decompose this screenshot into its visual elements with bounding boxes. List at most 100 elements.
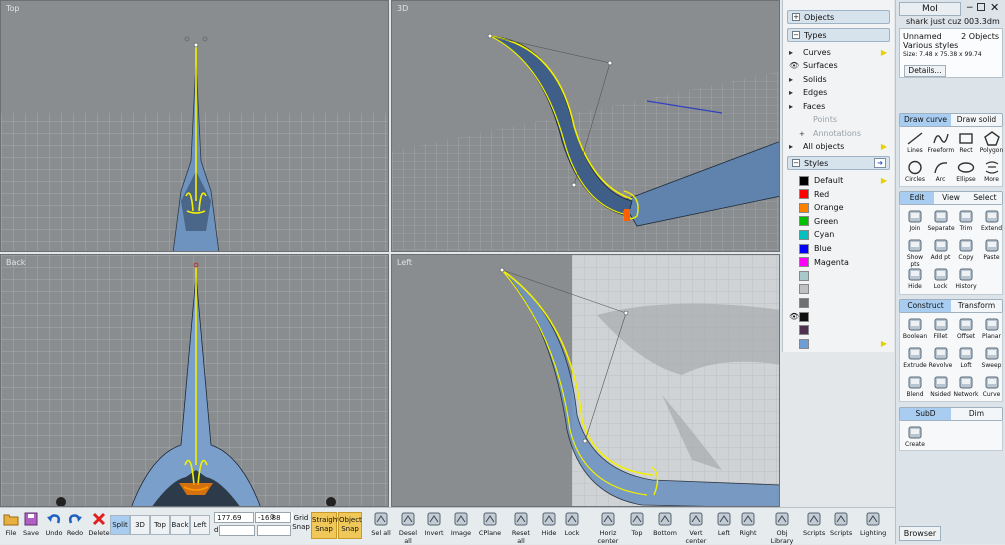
style-row-default[interactable]: Default ▶	[789, 174, 889, 187]
object-name[interactable]: Unnamed	[903, 32, 942, 41]
style-row[interactable]	[789, 269, 889, 282]
tool-history[interactable]: History	[953, 266, 979, 292]
moi-logo-button[interactable]: MoI	[899, 2, 961, 16]
toolbar-reset-all-button[interactable]: Reset all	[508, 511, 534, 545]
tool-trim[interactable]: Trim	[953, 208, 979, 234]
type-row-edges[interactable]: ▸ Edges	[789, 86, 889, 99]
tool-planar[interactable]: Planar	[979, 316, 1005, 342]
color-swatch[interactable]	[799, 257, 809, 268]
tab-edit[interactable]: Edit	[900, 192, 934, 204]
type-row-curves[interactable]: ▸ Curves ▶	[789, 46, 889, 59]
toolbar-cplane-button[interactable]: CPlane	[478, 511, 502, 537]
tool-lock[interactable]: Lock	[928, 266, 954, 292]
tool-add-pt[interactable]: Add pt	[928, 237, 954, 263]
style-row-magenta[interactable]: Magenta	[789, 256, 889, 269]
color-swatch[interactable]	[799, 297, 809, 308]
tool-create[interactable]: Create	[902, 424, 928, 450]
tool-copy[interactable]: Copy	[953, 237, 979, 263]
style-info[interactable]: Various styles	[903, 41, 999, 50]
tool-more[interactable]: More	[979, 159, 1005, 185]
toolbar-invert-button[interactable]: Invert	[423, 511, 445, 537]
arrow-icon[interactable]: ▶	[881, 142, 887, 151]
tool-offset[interactable]: Offset	[953, 316, 979, 342]
style-row[interactable]: ▶	[789, 337, 889, 350]
grid-snap-toggle[interactable]: Grid Snap	[292, 514, 310, 532]
viewport-label-3d[interactable]: 3D	[397, 4, 408, 13]
arrow-right-icon[interactable]: ➜	[874, 158, 886, 168]
toolbar-lighting-button[interactable]: Lighting	[860, 511, 886, 537]
toolbar-lock-button[interactable]: Lock	[563, 511, 581, 537]
straight-snap-toggle[interactable]: Straight Snap	[311, 512, 340, 539]
tool-circles[interactable]: Circles	[902, 159, 928, 185]
objects-header[interactable]: + Objects	[787, 10, 890, 24]
tool-network[interactable]: Network	[953, 374, 979, 400]
arrow-icon[interactable]: ▶	[881, 176, 887, 185]
style-row[interactable]	[789, 283, 889, 296]
tool-join[interactable]: Join	[902, 208, 928, 234]
tool-hide[interactable]: Hide	[902, 266, 928, 292]
tool-polygon[interactable]: Polygon	[979, 130, 1005, 156]
undo-button[interactable]: Undo	[45, 511, 63, 537]
tab-draw-curve[interactable]: Draw curve	[900, 114, 951, 126]
tool-separate[interactable]: Separate	[928, 208, 955, 234]
visibility-toggle[interactable]: ▸	[789, 75, 803, 84]
arrow-icon[interactable]: ▶	[881, 48, 887, 57]
style-row-red[interactable]: Red	[789, 188, 889, 201]
tool-blend[interactable]: Blend	[902, 374, 928, 400]
visibility-toggle[interactable]: ▸	[789, 48, 803, 57]
tool-rect[interactable]: Rect	[953, 130, 979, 156]
tool-arc[interactable]: Arc	[928, 159, 954, 185]
maximize-icon[interactable]	[977, 3, 985, 11]
close-icon[interactable]: ✕	[990, 1, 999, 14]
color-swatch[interactable]	[799, 175, 809, 186]
minimize-icon[interactable]: −	[966, 3, 974, 13]
tab-construct[interactable]: Construct	[900, 300, 951, 312]
toolbar-bottom-button[interactable]: Bottom	[653, 511, 677, 537]
browser-button[interactable]: Browser	[899, 526, 941, 541]
tool-curve[interactable]: Curve	[979, 374, 1005, 400]
tool-fillet[interactable]: Fillet	[928, 316, 954, 342]
tab-view[interactable]: View	[934, 192, 968, 204]
viewport-label-back[interactable]: Back	[6, 258, 25, 267]
type-row-faces[interactable]: ▸ Faces	[789, 100, 889, 113]
color-swatch[interactable]	[799, 325, 809, 336]
type-row-points[interactable]: Points	[789, 113, 889, 126]
toolbar-sel-all-button[interactable]: Sel all	[370, 511, 392, 537]
tab-draw-solid[interactable]: Draw solid	[951, 114, 1002, 126]
viewport-3d[interactable]: 3D	[391, 0, 780, 252]
view-left-button[interactable]: Left	[190, 515, 210, 535]
tool-nsided[interactable]: Nsided	[928, 374, 954, 400]
color-swatch[interactable]	[799, 243, 809, 254]
toolbar-hide-button[interactable]: Hide	[540, 511, 558, 537]
tool-revolve[interactable]: Revolve	[928, 345, 954, 371]
distance-field[interactable]	[219, 525, 255, 536]
tool-loft[interactable]: Loft	[953, 345, 979, 371]
tool-ellipse[interactable]: Ellipse	[953, 159, 979, 185]
redo-button[interactable]: Redo	[66, 511, 84, 537]
tool-boolean[interactable]: Boolean	[902, 316, 928, 342]
toolbar-right-button[interactable]: Right	[738, 511, 758, 537]
style-row[interactable]	[789, 296, 889, 309]
view-back-button[interactable]: Back	[170, 515, 190, 535]
viewport-top[interactable]: Top	[0, 0, 389, 252]
tab-subd[interactable]: SubD	[900, 408, 951, 420]
toolbar-image-button[interactable]: Image	[450, 511, 472, 537]
view-top-button[interactable]: Top	[150, 515, 170, 535]
visibility-toggle[interactable]: ▸	[789, 88, 803, 97]
viewport-back[interactable]: Back	[0, 254, 389, 507]
style-row-blue[interactable]: Blue	[789, 242, 889, 255]
tool-extend[interactable]: Extend	[979, 208, 1005, 234]
toolbar-desel-all-button[interactable]: Desel all	[396, 511, 420, 545]
tool-lines[interactable]: Lines	[902, 130, 928, 156]
file-button[interactable]: File	[2, 511, 20, 537]
type-row-solids[interactable]: ▸ Solids	[789, 73, 889, 86]
viewport-label-top[interactable]: Top	[6, 4, 20, 13]
tab-dim[interactable]: Dim	[951, 408, 1002, 420]
style-row-green[interactable]: Green	[789, 215, 889, 228]
viewport-label-left[interactable]: Left	[397, 258, 412, 267]
type-row-annotations[interactable]: + Annotations	[789, 127, 889, 140]
viewport-left[interactable]: Left	[391, 254, 780, 507]
tab-select[interactable]: Select	[968, 192, 1002, 204]
details-button[interactable]: Details...	[904, 65, 946, 77]
coord-x-field[interactable]: 177.69	[214, 512, 254, 523]
